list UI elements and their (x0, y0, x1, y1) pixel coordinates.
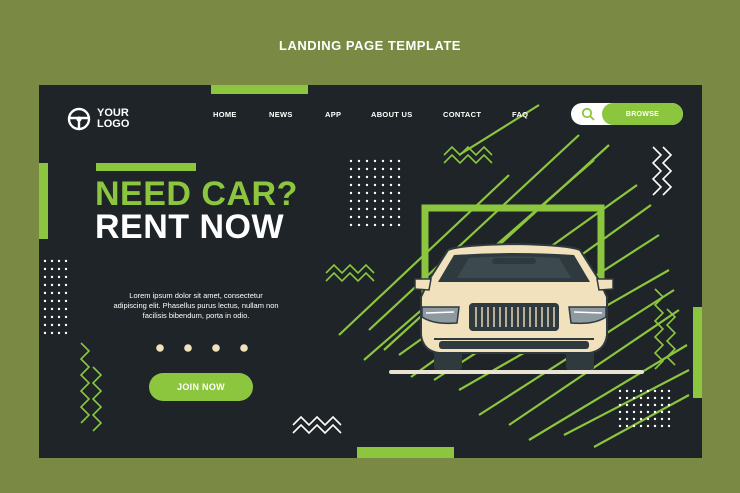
nav-item-about-us[interactable]: ABOUT US (371, 110, 413, 119)
hero-description-line-1: Lorem ipsum dolor sit amet, consectetur (129, 291, 263, 300)
search-bar[interactable]: BROWSE (571, 103, 683, 125)
zigzag-top (443, 153, 493, 165)
nav-item-app[interactable]: APP (325, 110, 341, 119)
zigzag-middle (325, 271, 375, 283)
zigzag-right (651, 146, 663, 196)
logo-line-2: LOGO (97, 118, 130, 130)
nav-item-faq[interactable]: FAQ (512, 110, 528, 119)
join-now-button[interactable]: JOIN NOW (149, 373, 253, 401)
car-shadow-line (389, 370, 644, 374)
steering-wheel-icon (67, 107, 91, 131)
zigzag-bottom (292, 415, 342, 427)
nav-item-contact[interactable]: CONTACT (443, 110, 481, 119)
logo[interactable]: YOUR LOGO (67, 107, 129, 131)
hero-headline-line-1: NEED CAR? (95, 175, 298, 213)
dot-grid-top (349, 159, 401, 227)
mirror-left (414, 278, 432, 291)
right-accent-bar (693, 307, 702, 398)
bottom-accent-bar (357, 447, 454, 458)
landing-page-panel: YOUR LOGO HOME NEWS APP ABOUT US CONTACT… (39, 85, 702, 458)
car-bumper (439, 341, 589, 349)
top-accent-bar (211, 85, 308, 94)
hero-headline-line-2: RENT NOW (95, 208, 285, 246)
decorative-background (39, 85, 702, 458)
left-accent-bar (39, 163, 48, 239)
hero-description-line-2: adipiscing elit. Phasellus purus lectus,… (113, 301, 279, 310)
mirror-right (596, 278, 614, 291)
zigzag-left (79, 342, 91, 424)
search-icon[interactable] (581, 107, 595, 121)
dot-grid-left (43, 259, 68, 335)
nav-item-home[interactable]: HOME (213, 110, 237, 119)
page-heading: LANDING PAGE TEMPLATE (279, 38, 461, 53)
nav-item-news[interactable]: NEWS (269, 110, 293, 119)
carousel-dots (156, 344, 248, 352)
headline-accent-bar (96, 163, 196, 171)
hero-description: Lorem ipsum dolor sit amet, consectetur … (101, 291, 291, 321)
browse-button[interactable]: BROWSE (602, 103, 683, 125)
hero-description-line-3: facilisis bibendum, porta in odio. (142, 311, 250, 320)
